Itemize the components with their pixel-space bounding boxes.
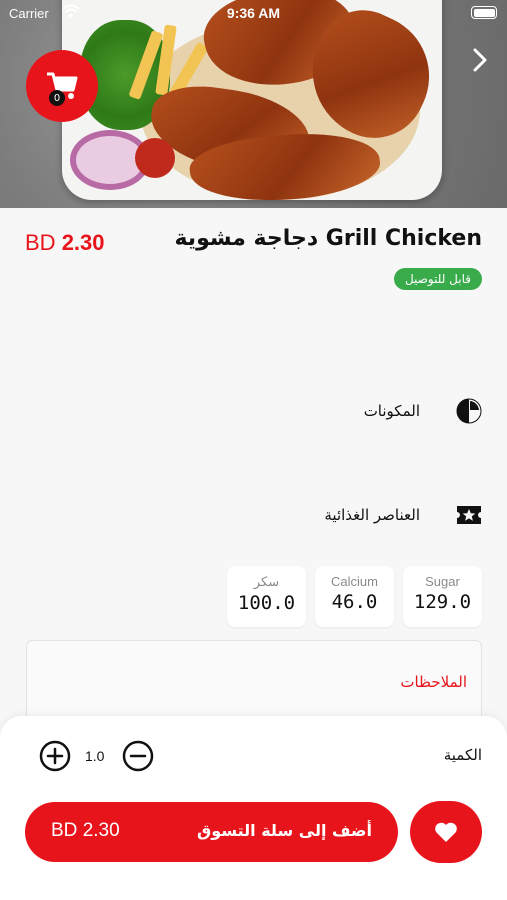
pie-chart-icon bbox=[456, 398, 482, 424]
delivery-badge: قابل للتوصيل bbox=[394, 268, 482, 290]
clock: 9:36 AM bbox=[226, 5, 281, 21]
nutrients-label: العناصر الغذائية bbox=[324, 506, 420, 524]
nutrition-value: 100.0 bbox=[237, 592, 296, 614]
battery-icon bbox=[471, 6, 497, 19]
minus-icon[interactable] bbox=[122, 740, 154, 772]
ingredients-label: المكونات bbox=[363, 402, 420, 420]
status-bar: Carrier 9:36 AM bbox=[0, 0, 507, 26]
nutrition-label: Calcium bbox=[331, 574, 378, 589]
price-value: 2.30 bbox=[61, 230, 105, 255]
quantity-label: الكمية bbox=[443, 746, 482, 764]
nutrition-cards: Sugar 129.0 Calcium 46.0 سكر 100.0 bbox=[227, 566, 482, 627]
nutrition-label: Sugar bbox=[425, 574, 460, 589]
heart-icon bbox=[435, 822, 457, 842]
cart-count-badge: 0 bbox=[49, 90, 65, 106]
nutrients-row[interactable]: العناصر الغذائية bbox=[324, 502, 482, 528]
plus-icon[interactable] bbox=[39, 740, 71, 772]
nutrition-label: سكر bbox=[253, 574, 280, 589]
currency-label: BD bbox=[51, 820, 78, 841]
nutrition-value: 46.0 bbox=[331, 591, 378, 613]
quantity-value: 1.0 bbox=[85, 748, 105, 764]
bottom-panel: الكمية 1.0 BD 2.30 أضف إلى سلة التسوق bbox=[0, 716, 507, 900]
add-to-cart-label: أضف إلى سلة التسوق bbox=[197, 821, 372, 840]
cart-button[interactable]: 0 bbox=[26, 50, 98, 122]
ingredients-row[interactable]: المكونات bbox=[364, 398, 482, 424]
product-price: BD 2.30 bbox=[25, 230, 105, 256]
star-ticket-icon bbox=[456, 502, 482, 528]
price-value: 2.30 bbox=[82, 820, 120, 841]
nutrition-value: 129.0 bbox=[413, 591, 472, 613]
favorite-button[interactable] bbox=[410, 801, 482, 863]
notes-label: الملاحظات bbox=[400, 673, 467, 691]
nutrition-card: سكر 100.0 bbox=[227, 566, 306, 627]
nutrition-card: Sugar 129.0 bbox=[403, 566, 482, 627]
add-to-cart-price: BD 2.30 bbox=[51, 820, 120, 842]
product-title: Grill Chicken دجاجة مشوية bbox=[174, 226, 482, 251]
tomato bbox=[135, 138, 175, 178]
currency-label: BD bbox=[25, 230, 56, 255]
add-to-cart-button[interactable]: BD 2.30 أضف إلى سلة التسوق bbox=[25, 802, 398, 862]
nutrition-card: Calcium 46.0 bbox=[315, 566, 394, 627]
chevron-right-icon[interactable] bbox=[469, 47, 491, 73]
